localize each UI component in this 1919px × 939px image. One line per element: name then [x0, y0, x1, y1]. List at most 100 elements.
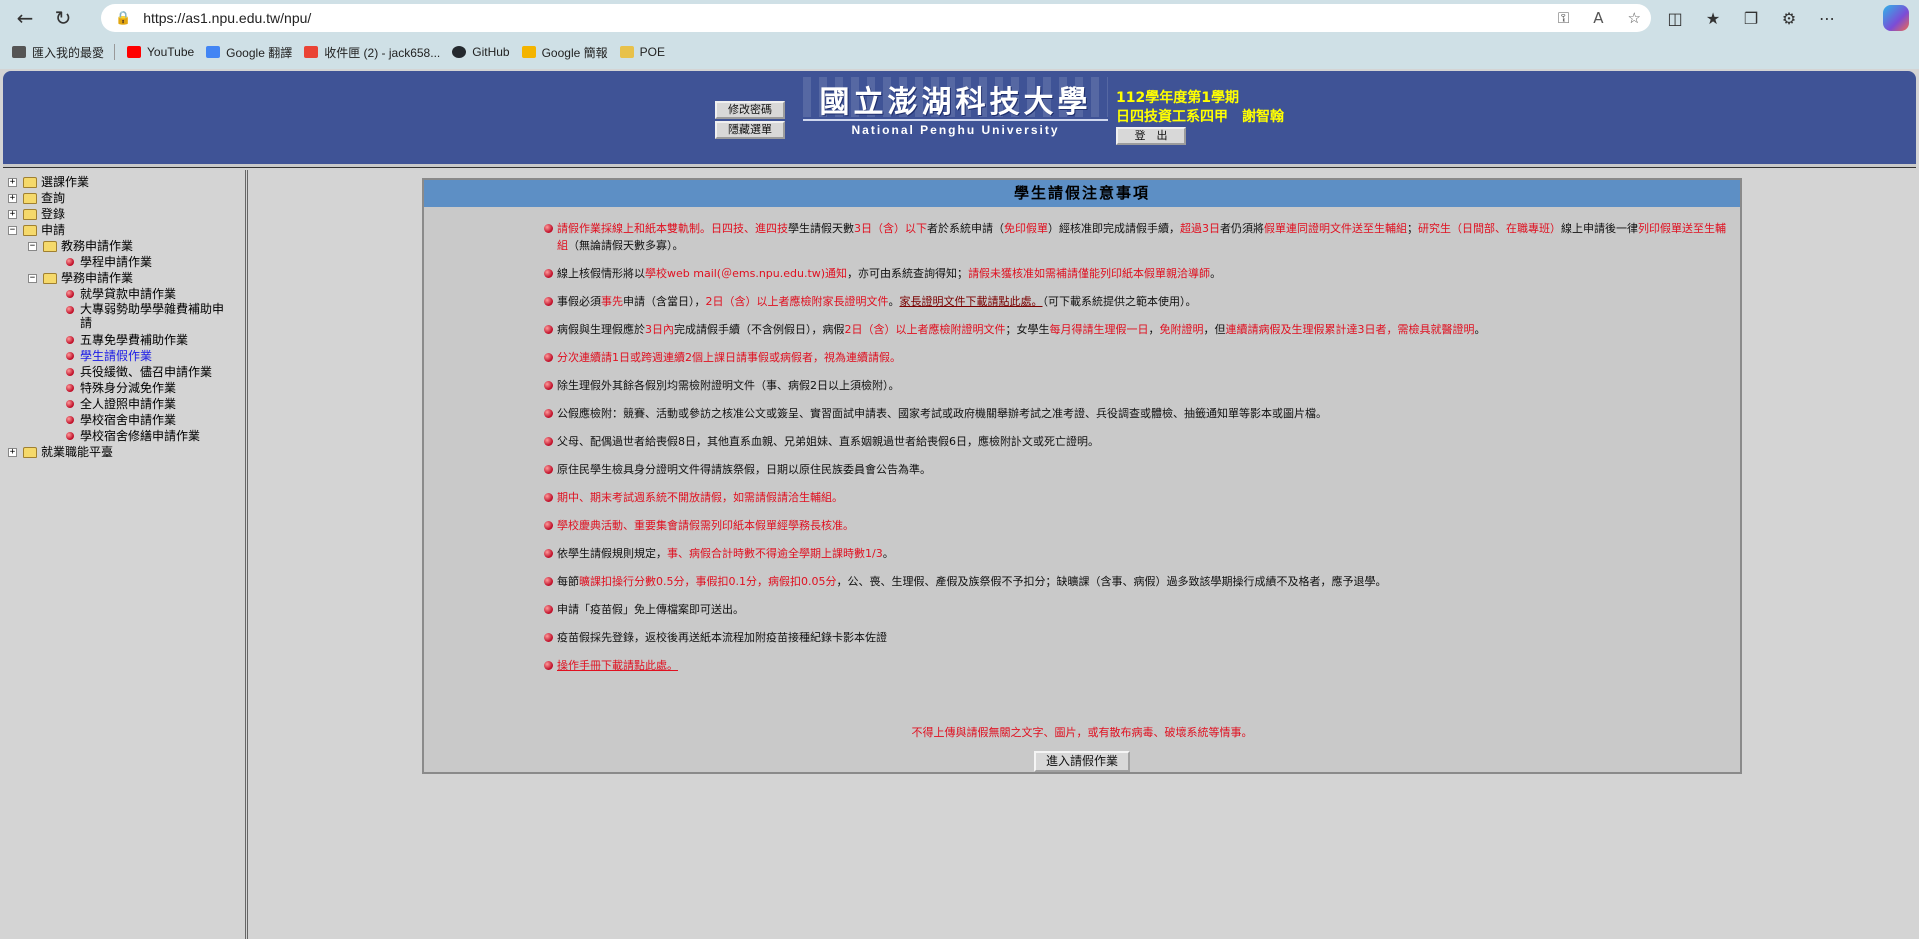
collapse-minus-icon[interactable]: −	[28, 273, 37, 283]
notice-item-3: 事假必須事先申請（含當日），2日（含）以上者應檢附家長證明文件。家長證明文件下載…	[544, 293, 1734, 310]
tree-node-career[interactable]: + 就業職能平臺	[8, 444, 224, 460]
url-text[interactable]: https://as1.npu.edu.tw/npu/	[143, 10, 311, 26]
bookmark-separator	[114, 44, 116, 60]
bullet-icon	[66, 416, 74, 424]
address-bar[interactable]: 🔒 https://as1.npu.edu.tw/npu/ ⚿ A ☆	[101, 4, 1651, 32]
bookmark-poe[interactable]: POE	[619, 40, 665, 64]
bullet-icon	[544, 661, 553, 670]
folder-open-icon	[43, 272, 57, 284]
tree-item-special-status[interactable]: 特殊身分減免作業	[8, 380, 224, 396]
extensions-icon[interactable]: ⚙	[1777, 9, 1801, 28]
bullet-icon	[66, 336, 74, 344]
bookmark-google-slides[interactable]: Google 簡報	[521, 40, 608, 64]
bookmark-github[interactable]: GitHub	[452, 40, 510, 64]
bookmark-import[interactable]: 匯入我的最愛	[12, 40, 104, 64]
notice-item-15: 疫苗假採先登錄，返校後再送紙本流程加附疫苗接種紀錄卡影本佐證	[544, 629, 1734, 646]
copilot-icon[interactable]	[1883, 5, 1909, 31]
tree-item-five-year-tuition[interactable]: 五專免學費補助作業	[8, 332, 224, 348]
notice-item-1: 請假作業採線上和紙本雙軌制。日四技、進四技學生請假天數3日（含）以下者於系統申請…	[544, 220, 1734, 254]
folder-icon	[23, 208, 37, 220]
back-arrow-icon[interactable]: ←	[8, 3, 42, 33]
tree-item-tuition-subsidy[interactable]: 大專弱勢助學學雜費補助申請	[8, 302, 224, 332]
lock-icon[interactable]: 🔒	[115, 11, 131, 26]
import-icon	[12, 46, 26, 58]
tree-item-military-deferment[interactable]: 兵役緩徵、儘召申請作業	[8, 364, 224, 380]
tree-item-program-apply[interactable]: 學程申請作業	[8, 254, 224, 270]
upload-warning: 不得上傳與請假無關之文字、圖片，或有散布病毒、破壞系統等情事。	[911, 726, 1253, 739]
tree-item-student-leave[interactable]: 學生請假作業	[8, 348, 224, 364]
tree-node-course-selection[interactable]: + 選課作業	[8, 174, 224, 190]
bullet-icon	[66, 368, 74, 376]
tree-node-query[interactable]: + 查詢	[8, 190, 224, 206]
bullet-icon	[66, 258, 74, 266]
notice-item-9: 原住民學生檢具身分證明文件得請族祭假，日期以原住民族委員會公告為準。	[544, 461, 1734, 478]
youtube-icon	[127, 46, 142, 58]
bullet-icon	[544, 353, 553, 362]
bookmark-google-translate[interactable]: Google 翻譯	[206, 40, 292, 64]
bullet-icon	[544, 297, 553, 306]
folder-icon	[619, 46, 634, 58]
tree-node-student-affairs[interactable]: − 學務申請作業	[8, 270, 224, 286]
bookmark-youtube[interactable]: YouTube	[127, 40, 194, 64]
bullet-icon	[544, 493, 553, 502]
split-screen-icon[interactable]: ◫	[1663, 9, 1687, 28]
banner-divider	[3, 164, 1916, 168]
bullet-icon	[544, 633, 553, 642]
expand-plus-icon[interactable]: +	[8, 177, 17, 187]
enter-leave-button[interactable]: 進入請假作業	[1034, 751, 1130, 772]
bullet-icon	[66, 432, 74, 440]
favorites-icon[interactable]: ★	[1701, 9, 1725, 28]
bookmark-gmail[interactable]: 收件匣 (2) - jack658...	[304, 40, 440, 64]
leave-notice-panel: 學生請假注意事項 請假作業採線上和紙本雙軌制。日四技、進四技學生請假天數3日（含…	[422, 178, 1742, 774]
bullet-icon	[544, 549, 553, 558]
folder-open-icon	[43, 240, 57, 252]
notice-item-13: 每節曠課扣操行分數0.5分，事假扣0.1分，病假扣0.05分，公、喪、生理假、產…	[544, 573, 1734, 590]
favorite-star-icon[interactable]: ☆	[1628, 9, 1641, 27]
hide-menu-button[interactable]: 隱藏選單	[715, 121, 785, 139]
more-menu-icon[interactable]: ⋯	[1815, 9, 1839, 28]
collapse-minus-icon[interactable]: −	[28, 241, 37, 251]
folder-icon	[23, 176, 37, 188]
collections-icon[interactable]: ❐	[1739, 9, 1763, 28]
header-banner: 修改密碼 隱藏選單 國立澎湖科技大學 National Penghu Unive…	[3, 71, 1916, 164]
folder-open-icon	[23, 224, 37, 236]
bullet-icon	[544, 465, 553, 474]
expand-plus-icon[interactable]: +	[8, 447, 17, 457]
notice-item-2: 線上核假情形將以學校web mail(＠ems.npu.edu.tw)通知，亦可…	[544, 265, 1734, 282]
tree-item-dormitory-repair[interactable]: 學校宿舍修繕申請作業	[8, 428, 224, 444]
tree-item-dormitory[interactable]: 學校宿舍申請作業	[8, 412, 224, 428]
semester-label: 112學年度第1學期	[1116, 90, 1239, 106]
change-password-button[interactable]: 修改密碼	[715, 101, 785, 119]
browser-chrome: ← ↻ 🔒 https://as1.npu.edu.tw/npu/ ⚿ A ☆ …	[0, 0, 1919, 69]
menu-tree: + 選課作業 + 查詢 + 登錄 − 申請 − 教務申請作業 學程申請作業 − 學務申請作業…	[8, 174, 224, 460]
tree-node-register[interactable]: + 登錄	[8, 206, 224, 222]
bullet-icon	[544, 605, 553, 614]
key-icon[interactable]: ⚿	[1558, 9, 1569, 27]
bullet-icon	[544, 224, 553, 233]
notice-item-7: 公假應檢附：競賽、活動或參訪之核准公文或簽呈、實習面試申請表、國家考試或政府機關…	[544, 405, 1734, 422]
collapse-minus-icon[interactable]: −	[8, 225, 17, 235]
github-icon	[452, 46, 467, 58]
refresh-icon[interactable]: ↻	[46, 3, 80, 33]
notice-item-14: 申請「疫苗假」免上傳檔案即可送出。	[544, 601, 1734, 618]
tree-item-certificate[interactable]: 全人證照申請作業	[8, 396, 224, 412]
manual-download-link[interactable]: 操作手冊下載請點此處。	[557, 659, 678, 672]
tree-item-student-loan[interactable]: 就學貸款申請作業	[8, 286, 224, 302]
bullet-icon	[544, 409, 553, 418]
expand-plus-icon[interactable]: +	[8, 209, 17, 219]
bookmarks-bar: 匯入我的最愛 YouTube Google 翻譯 收件匣 (2) - jack6…	[0, 40, 665, 64]
notice-item-11: 學校慶典活動、重要集會請假需列印紙本假單經學務長核准。	[544, 517, 1734, 534]
bullet-icon	[66, 290, 74, 298]
notice-item-8: 父母、配偶過世者給喪假8日，其他直系血親、兄弟姐妹、直系姻親過世者給喪假6日，應…	[544, 433, 1734, 450]
logout-button[interactable]: 登 出	[1116, 127, 1186, 145]
parent-document-download-link[interactable]: 家長證明文件下載請點此處。	[900, 295, 1043, 308]
folder-icon	[23, 192, 37, 204]
tree-node-academic-apply[interactable]: − 教務申請作業	[8, 238, 224, 254]
bullet-icon	[66, 306, 74, 314]
bullet-icon	[66, 400, 74, 408]
tree-node-apply[interactable]: − 申請	[8, 222, 224, 238]
notice-item-6: 除生理假外其餘各假別均需檢附證明文件（事、病假2日以上須檢附）。	[544, 377, 1734, 394]
expand-plus-icon[interactable]: +	[8, 193, 17, 203]
notice-title: 學生請假注意事項	[424, 180, 1740, 207]
read-aloud-icon[interactable]: A	[1593, 9, 1603, 27]
